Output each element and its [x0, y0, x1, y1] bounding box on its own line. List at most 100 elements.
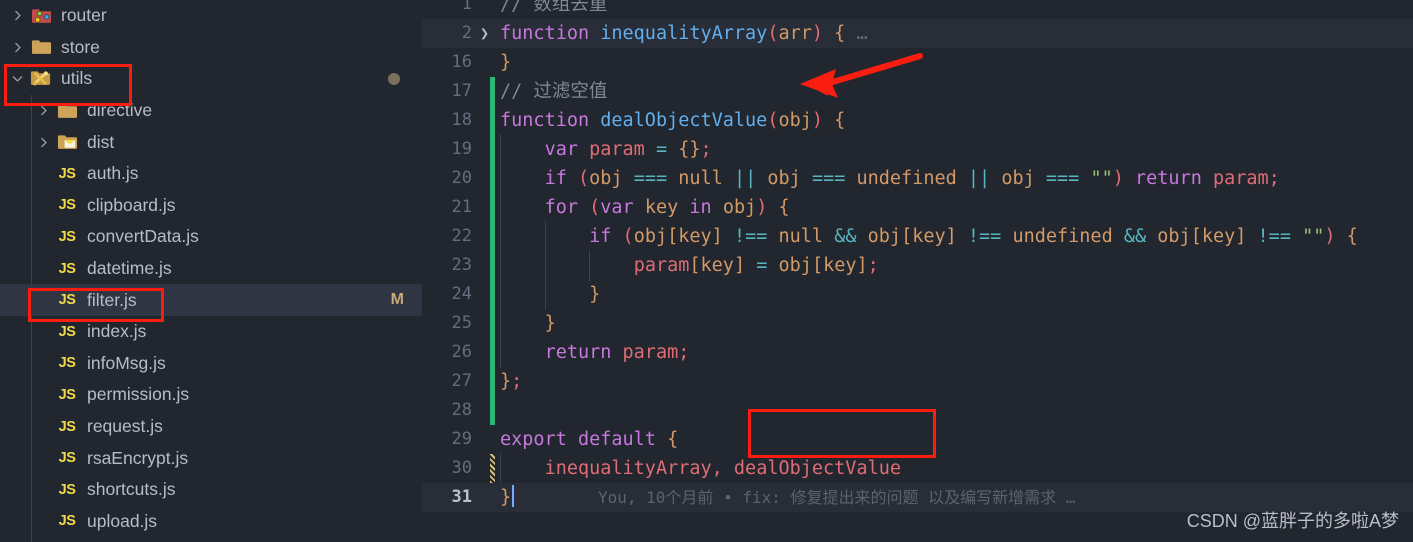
line-number: 16 [422, 48, 472, 77]
js-file-icon: JS [54, 292, 80, 308]
chevron-right-icon[interactable] [6, 9, 28, 22]
tree-item-label: upload.js [87, 511, 157, 532]
code-line[interactable]: 29export default { [422, 425, 1413, 454]
chevron-right-icon[interactable] [32, 104, 54, 117]
chevron-down-icon[interactable] [6, 72, 28, 85]
js-file-icon: JS [54, 197, 80, 213]
code-line[interactable]: 30 inequalityArray, dealObjectValue [422, 454, 1413, 483]
tree-item-index-js[interactable]: JS index.js [0, 316, 422, 348]
code-line[interactable]: 17 // 过滤空值 [422, 77, 1413, 106]
tree-item-infomsg-js[interactable]: JS infoMsg.js [0, 348, 422, 380]
tree-item-store[interactable]: store [0, 32, 422, 64]
line-number: 23 [422, 251, 472, 280]
file-tree[interactable]: routerstoreutilsdirectivedistJSauth.jsJS… [0, 0, 422, 537]
code-line[interactable]: 26 return param; [422, 338, 1413, 367]
code-text: } [500, 309, 556, 338]
gutter-dirty-marker [490, 454, 495, 483]
tree-item-label: clipboard.js [87, 195, 176, 216]
tree-item-request-js[interactable]: JSrequest.js [0, 411, 422, 443]
code-line[interactable]: 19 var param = {}; [422, 135, 1413, 164]
js-badge-label: JS [59, 292, 76, 308]
tree-item-label: infoMsg.js [87, 353, 166, 374]
js-badge-label: JS [59, 261, 76, 277]
code-line[interactable]: 23 param[key] = obj[key]; [422, 251, 1413, 280]
code-line[interactable]: 2 ❯ function inequalityArray(arr) { … [422, 19, 1413, 48]
js-file-icon: JS [54, 387, 80, 403]
line-number: 24 [422, 280, 472, 309]
js-badge-label: JS [59, 482, 76, 498]
tree-item-upload-js[interactable]: JS upload.js [0, 506, 422, 538]
fold-chevron-icon[interactable]: ❯ [480, 19, 489, 48]
code-line[interactable]: 28 [422, 396, 1413, 425]
tree-item-label: router [61, 5, 107, 26]
code-text: param[key] = obj[key]; [500, 251, 879, 280]
code-line[interactable]: 16} [422, 48, 1413, 77]
tree-item-label: auth.js [87, 163, 139, 184]
tree-item-router[interactable]: router [0, 0, 422, 32]
tree-item-utils[interactable]: utils [0, 63, 422, 95]
tree-item-permission-js[interactable]: JS permission.js [0, 379, 422, 411]
line-number: 2 [422, 19, 472, 48]
tree-item-label: store [61, 37, 100, 58]
file-explorer-sidebar[interactable]: routerstoreutilsdirectivedistJSauth.jsJS… [0, 0, 422, 542]
code-line[interactable]: 25 } [422, 309, 1413, 338]
tree-item-convertdata-js[interactable]: JSconvertData.js [0, 221, 422, 253]
chevron-right-icon[interactable] [32, 136, 54, 149]
tree-item-label: datetime.js [87, 258, 172, 279]
code-line[interactable]: 27}; [422, 367, 1413, 396]
js-badge-label: JS [59, 419, 76, 435]
line-number: 21 [422, 193, 472, 222]
code-text: }; [500, 367, 522, 396]
code-line[interactable]: 24 } [422, 280, 1413, 309]
js-file-icon: JS [54, 261, 80, 277]
line-number: 25 [422, 309, 472, 338]
code-line[interactable]: 18function dealObjectValue(obj) { [422, 106, 1413, 135]
js-file-icon: JS [54, 324, 80, 340]
gutter-change-marker [490, 338, 495, 367]
js-file-icon: JS [54, 513, 80, 529]
js-file-icon: JS [54, 166, 80, 182]
line-number: 1 [422, 0, 472, 19]
js-file-icon: JS [54, 229, 80, 245]
line-number: 18 [422, 106, 472, 135]
gutter-change-marker [490, 164, 495, 193]
tree-item-filter-js[interactable]: JSfilter.jsM [0, 284, 422, 316]
line-number: 17 [422, 77, 472, 106]
code-editor[interactable]: 1// 数组去重2 ❯ function inequalityArray(arr) … [422, 0, 1413, 542]
tree-item-auth-js[interactable]: JS auth.js [0, 158, 422, 190]
tree-item-label: permission.js [87, 384, 189, 405]
js-file-icon: JS [54, 482, 80, 498]
tree-item-shortcuts-js[interactable]: JS shortcuts.js [0, 474, 422, 506]
chevron-right-icon[interactable] [6, 41, 28, 54]
tree-item-label: index.js [87, 321, 146, 342]
code-text: inequalityArray, dealObjectValue [500, 454, 901, 483]
gutter-change-marker [490, 222, 495, 251]
watermark: CSDN @蓝胖子的多啦A梦 [1187, 507, 1399, 533]
line-number: 29 [422, 425, 472, 454]
code-text: function inequalityArray(arr) { … [500, 19, 868, 48]
tree-item-rsaencrypt-js[interactable]: JSrsaEncrypt.js [0, 442, 422, 474]
js-file-icon: JS [54, 450, 80, 466]
folder-store-icon [28, 38, 54, 56]
js-file-icon: JS [54, 355, 80, 371]
code-line[interactable]: 20 if (obj === null || obj === undefined… [422, 164, 1413, 193]
line-number: 22 [422, 222, 472, 251]
tree-item-label: dist [87, 132, 114, 153]
tree-item-datetime-js[interactable]: JS datetime.js [0, 253, 422, 285]
code-text: // 过滤空值 [500, 77, 607, 106]
code-line[interactable]: 1// 数组去重 [422, 0, 1413, 19]
js-badge-label: JS [59, 324, 76, 340]
line-number: 26 [422, 338, 472, 367]
gutter-change-marker [490, 280, 495, 309]
tree-item-clipboard-js[interactable]: JS clipboard.js [0, 190, 422, 222]
tree-item-dist[interactable]: dist [0, 126, 422, 158]
folder-utils-icon [28, 69, 54, 88]
tree-item-label: shortcuts.js [87, 479, 176, 500]
js-badge-label: JS [59, 166, 76, 182]
tree-item-label: utils [61, 68, 92, 89]
modified-dot-icon [388, 73, 400, 85]
code-line[interactable]: 21 for (var key in obj) { [422, 193, 1413, 222]
code-line[interactable]: 22 if (obj[key] !== null && obj[key] !==… [422, 222, 1413, 251]
tree-item-directive[interactable]: directive [0, 95, 422, 127]
js-file-icon: JS [54, 419, 80, 435]
